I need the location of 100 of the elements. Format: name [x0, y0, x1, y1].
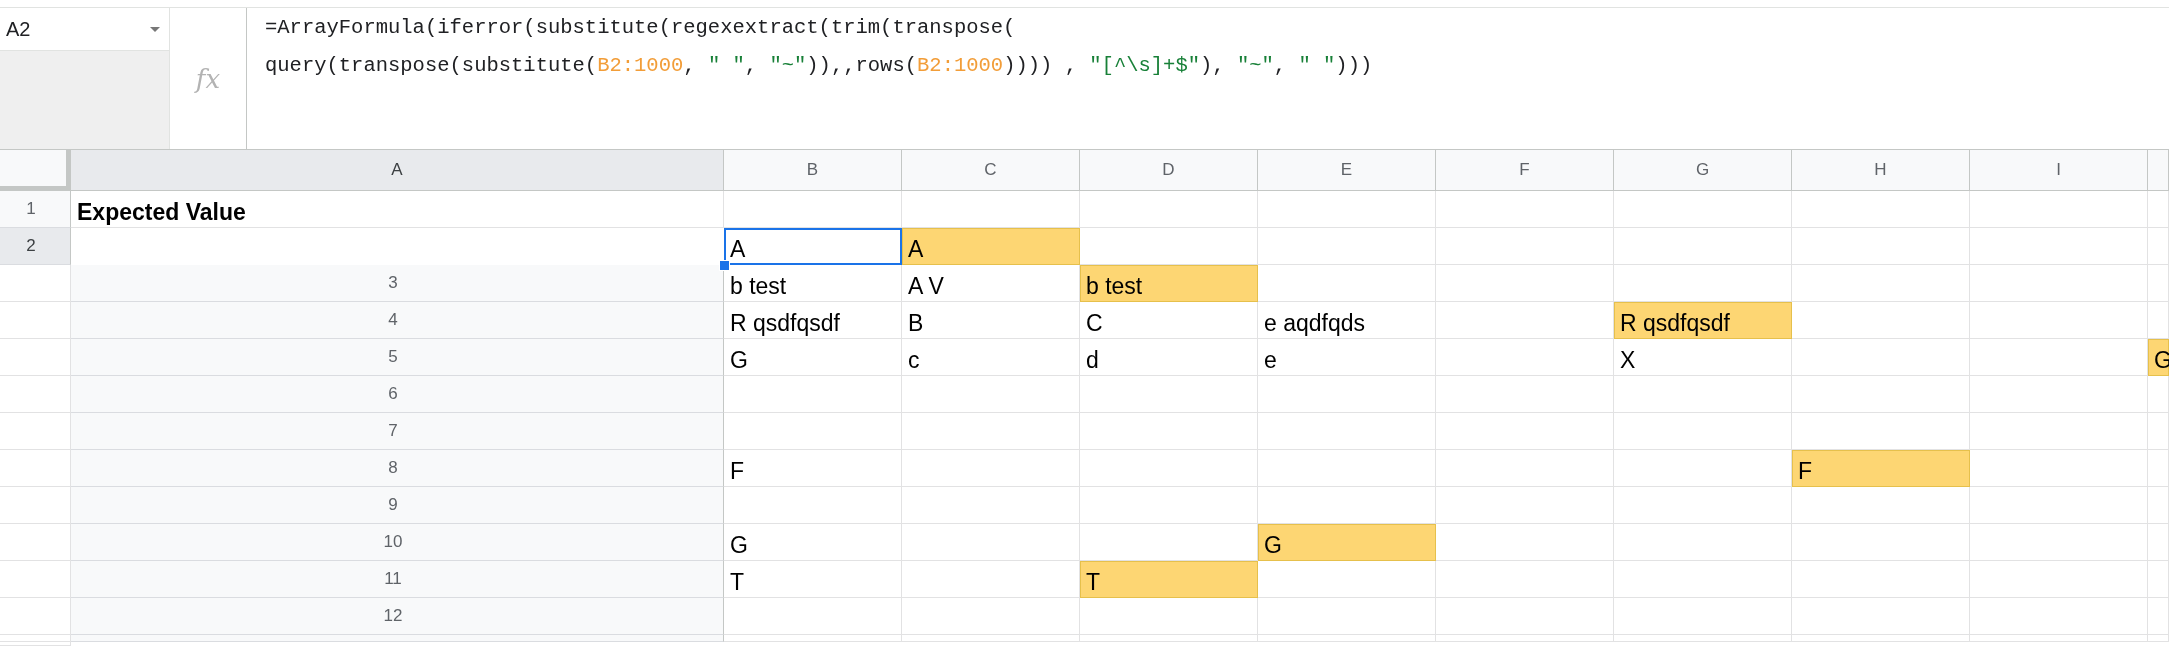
empty-cell[interactable] [2148, 413, 2169, 450]
empty-cell[interactable] [1436, 561, 1614, 598]
column-header[interactable] [2148, 150, 2169, 191]
table-cell[interactable]: R qsdfqsdf [1614, 302, 1792, 339]
empty-cell[interactable] [1792, 265, 1970, 302]
select-all-corner[interactable] [0, 150, 71, 191]
column-header[interactable]: B [724, 150, 902, 191]
empty-cell[interactable] [1258, 598, 1436, 635]
empty-cell[interactable] [1970, 191, 2148, 228]
column-header[interactable]: G [1614, 150, 1792, 191]
empty-cell[interactable] [2148, 635, 2169, 642]
table-cell[interactable]: e [1258, 339, 1436, 376]
table-cell[interactable]: R qsdfqsdf [724, 302, 902, 339]
empty-cell[interactable] [2148, 487, 2169, 524]
empty-cell[interactable] [1792, 598, 1970, 635]
empty-cell[interactable] [1080, 413, 1258, 450]
empty-cell[interactable] [1258, 635, 1436, 642]
row-header[interactable]: 2 [0, 228, 71, 265]
empty-cell[interactable] [1970, 561, 2148, 598]
row-header[interactable]: 10 [71, 524, 724, 561]
empty-cell[interactable] [1614, 487, 1792, 524]
empty-cell[interactable] [1792, 228, 1970, 265]
empty-cell[interactable] [1792, 524, 1970, 561]
empty-cell[interactable] [724, 191, 902, 228]
empty-cell[interactable] [1436, 228, 1614, 265]
empty-cell[interactable] [1258, 450, 1436, 487]
empty-cell[interactable] [902, 635, 1080, 642]
empty-cell[interactable] [1792, 191, 1970, 228]
table-cell[interactable]: A [724, 228, 902, 265]
column-header[interactable]: F [1436, 150, 1614, 191]
row-header[interactable]: 5 [71, 339, 724, 376]
empty-cell[interactable] [1436, 376, 1614, 413]
row-header[interactable]: 8 [71, 450, 724, 487]
column-header[interactable]: A [71, 150, 724, 191]
row-header[interactable]: 6 [71, 376, 724, 413]
empty-cell[interactable] [1080, 598, 1258, 635]
empty-cell[interactable] [2148, 561, 2169, 598]
empty-cell[interactable] [1792, 635, 1970, 642]
empty-cell[interactable] [1614, 376, 1792, 413]
empty-cell[interactable] [1614, 635, 1792, 642]
caret-icon[interactable] [150, 26, 160, 32]
empty-cell[interactable] [1970, 265, 2148, 302]
empty-cell[interactable] [1436, 339, 1614, 376]
empty-cell[interactable] [1614, 598, 1792, 635]
table-cell[interactable]: c [902, 339, 1080, 376]
table-cell[interactable]: A [902, 228, 1080, 265]
empty-cell[interactable] [1970, 302, 2148, 339]
empty-cell[interactable] [1436, 265, 1614, 302]
row-header[interactable] [71, 635, 724, 642]
empty-cell[interactable] [1970, 598, 2148, 635]
empty-cell[interactable] [1080, 487, 1258, 524]
empty-cell[interactable] [1614, 413, 1792, 450]
empty-cell[interactable] [1080, 191, 1258, 228]
empty-cell[interactable] [1258, 191, 1436, 228]
empty-cell[interactable] [1614, 524, 1792, 561]
column-header[interactable]: C [902, 150, 1080, 191]
table-cell[interactable]: F [724, 450, 902, 487]
empty-cell[interactable] [1792, 339, 1970, 376]
empty-cell[interactable] [1080, 635, 1258, 642]
empty-cell[interactable] [1614, 561, 1792, 598]
table-cell[interactable]: e aqdfqds [1258, 302, 1436, 339]
empty-cell[interactable] [1970, 524, 2148, 561]
empty-cell[interactable] [1436, 450, 1614, 487]
column-header[interactable]: H [1792, 150, 1970, 191]
empty-cell[interactable] [1970, 376, 2148, 413]
table-cell[interactable]: T [724, 561, 902, 598]
column-header[interactable]: E [1258, 150, 1436, 191]
empty-cell[interactable] [2148, 228, 2169, 265]
empty-cell[interactable] [1970, 487, 2148, 524]
fill-handle[interactable] [719, 260, 730, 271]
empty-cell[interactable] [902, 450, 1080, 487]
column-header[interactable]: D [1080, 150, 1258, 191]
empty-cell[interactable] [1792, 487, 1970, 524]
row-header[interactable]: 7 [71, 413, 724, 450]
column-header[interactable]: I [1970, 150, 2148, 191]
empty-cell[interactable] [1970, 635, 2148, 642]
empty-cell[interactable] [1436, 598, 1614, 635]
empty-cell[interactable] [2148, 450, 2169, 487]
table-cell[interactable]: C [1080, 302, 1258, 339]
row-header[interactable]: 9 [71, 487, 724, 524]
empty-cell[interactable] [902, 376, 1080, 413]
empty-cell[interactable] [1970, 228, 2148, 265]
table-cell[interactable]: X [1614, 339, 1792, 376]
empty-cell[interactable] [1614, 191, 1792, 228]
empty-cell[interactable] [902, 524, 1080, 561]
formula-field[interactable]: =ArrayFormula(iferror(substitute(regexextract(trim(transpose( query(transpose(substitute(B2:1000, " ", "~")),,rows(B2:1000)))) , "[^\s]+$"), "~", " "))) [247, 8, 2169, 149]
empty-cell[interactable] [902, 598, 1080, 635]
empty-cell[interactable] [902, 487, 1080, 524]
table-cell[interactable]: F [1792, 450, 1970, 487]
empty-cell[interactable] [1436, 487, 1614, 524]
empty-cell[interactable] [1080, 376, 1258, 413]
empty-cell[interactable] [1436, 413, 1614, 450]
empty-cell[interactable] [902, 413, 1080, 450]
row-header[interactable]: 11 [71, 561, 724, 598]
empty-cell[interactable] [1258, 376, 1436, 413]
row-header[interactable]: 1 [0, 191, 71, 228]
table-cell[interactable]: b test [1080, 265, 1258, 302]
empty-cell[interactable] [2148, 598, 2169, 635]
table-cell[interactable]: G [724, 339, 902, 376]
empty-cell[interactable] [1970, 413, 2148, 450]
